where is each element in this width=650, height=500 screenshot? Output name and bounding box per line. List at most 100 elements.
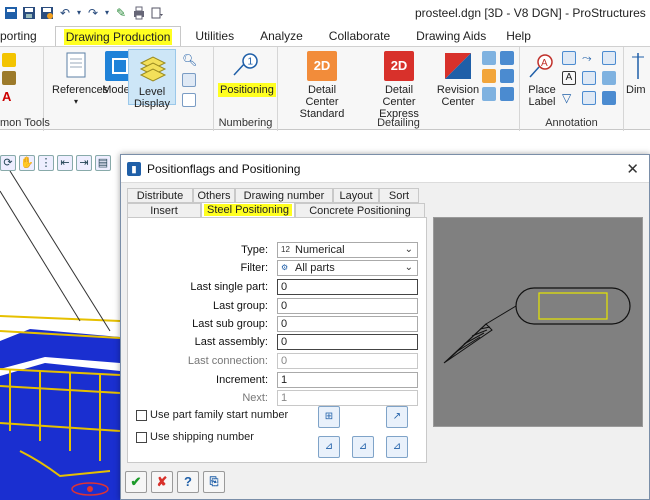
- position-assembly-icon[interactable]: ⊿: [386, 436, 408, 458]
- tab-label: Utilities: [195, 29, 235, 43]
- last-group-input[interactable]: 0: [277, 298, 418, 314]
- tab-analyze[interactable]: Analyze: [252, 26, 311, 46]
- dialog-app-icon: ▮: [127, 161, 141, 176]
- tab-others[interactable]: Others: [193, 188, 235, 203]
- use-part-family-start-number-checkbox[interactable]: Use part family start number: [136, 409, 288, 421]
- walk-view-icon[interactable]: ⋮: [38, 155, 54, 171]
- tab-steel-positioning[interactable]: Steel Positioning: [201, 202, 295, 218]
- place-label-button[interactable]: A Place Label: [524, 51, 560, 108]
- undo-dropdown-icon[interactable]: ▾: [76, 6, 82, 20]
- tab-label: Layout: [339, 190, 373, 202]
- dialog-button-bar: ✔ ✘ ? ⎘: [125, 471, 225, 493]
- layers-small-icon[interactable]: [182, 73, 196, 87]
- magnifier-icon[interactable]: 🔍︎: [182, 53, 197, 67]
- save-icon[interactable]: [22, 6, 36, 20]
- position-preview: [433, 217, 643, 427]
- annot-tool-5-icon[interactable]: [582, 71, 596, 85]
- detail-tool-6-icon[interactable]: [500, 87, 514, 101]
- customize-icon[interactable]: [150, 6, 164, 20]
- checkbox-box[interactable]: [136, 431, 147, 443]
- positioning-button[interactable]: 1 Positioning: [218, 51, 276, 97]
- app-icon[interactable]: [4, 6, 18, 20]
- use-shipping-number-checkbox[interactable]: Use shipping number: [136, 431, 254, 443]
- position-leader-icon[interactable]: ↗: [386, 406, 408, 428]
- ok-icon[interactable]: ✔: [125, 471, 147, 493]
- tab-label: Drawing Production: [63, 29, 173, 45]
- export-icon[interactable]: ⎘: [203, 471, 225, 493]
- pin-icon[interactable]: ✎: [114, 6, 128, 20]
- detail-tool-2-icon[interactable]: [500, 51, 514, 65]
- tab-layout[interactable]: Layout: [333, 188, 379, 203]
- tab-collaborate[interactable]: Collaborate: [321, 26, 398, 46]
- filter-select[interactable]: ⚙ All parts ⌄: [277, 260, 418, 276]
- tab-utilities[interactable]: Utilities: [187, 26, 242, 46]
- tab-help[interactable]: Help: [498, 26, 539, 46]
- tab-concrete-positioning[interactable]: Concrete Positioning: [295, 203, 425, 218]
- detail-tool-4-icon[interactable]: [500, 69, 514, 83]
- tab-insert[interactable]: Insert: [127, 203, 201, 218]
- position-all-icon[interactable]: ⊞: [318, 406, 340, 428]
- tab-label: Concrete Positioning: [309, 205, 411, 217]
- level-display-button[interactable]: Level Display: [128, 49, 176, 110]
- filter-parts-icon: ⚙: [281, 263, 289, 272]
- dimension-button[interactable]: Dim: [626, 51, 650, 96]
- checkbox-box[interactable]: [136, 409, 147, 421]
- tab-drawing-aids[interactable]: Drawing Aids: [408, 26, 494, 46]
- tab-drawing-number[interactable]: Drawing number: [235, 188, 333, 203]
- next-row: Next: 1: [128, 390, 424, 406]
- annot-tool-4-icon[interactable]: A: [562, 71, 576, 85]
- last-assembly-label: Last assembly:: [194, 336, 268, 348]
- print-icon[interactable]: [132, 6, 146, 20]
- tab-distribute[interactable]: Distribute: [127, 188, 193, 203]
- list-small-icon[interactable]: [182, 93, 196, 107]
- save-settings-icon[interactable]: [40, 6, 54, 20]
- annot-tool-6-icon[interactable]: [602, 71, 616, 85]
- svg-text:1: 1: [248, 57, 254, 68]
- tools-icon[interactable]: [2, 71, 16, 85]
- tab-label: Collaborate: [328, 29, 391, 43]
- detail-tool-3-icon[interactable]: [482, 69, 496, 83]
- annot-tool-8-icon[interactable]: [582, 91, 596, 105]
- help-icon[interactable]: ?: [177, 471, 199, 493]
- previous-view-icon[interactable]: ⇤: [57, 155, 73, 171]
- tab-drawing-production[interactable]: Drawing Production: [54, 26, 182, 46]
- position-parts-icon[interactable]: ⊿: [318, 436, 340, 458]
- detail-center-express-button[interactable]: 2D Detail Center Express: [362, 51, 436, 120]
- annot-tool-2-icon[interactable]: ⤳: [582, 51, 596, 65]
- detail-center-standard-button[interactable]: 2D Detail Center Standard: [282, 51, 362, 120]
- undo-icon[interactable]: ↶: [58, 6, 72, 20]
- type-label: Type:: [241, 244, 268, 256]
- ribbon: A mon Tools References ▾ Models Level Di…: [0, 46, 650, 131]
- increment-input[interactable]: 1: [277, 372, 418, 388]
- pan-view-icon[interactable]: ✋: [19, 155, 35, 171]
- annot-tool-1-icon[interactable]: [562, 51, 576, 65]
- annot-tool-3-icon[interactable]: [602, 51, 616, 65]
- type-select[interactable]: 12 Numerical ⌄: [277, 242, 418, 258]
- next-input: 1: [277, 390, 418, 406]
- last-sub-group-input[interactable]: 0: [277, 316, 418, 332]
- annot-tool-7-icon[interactable]: ▽: [562, 91, 576, 105]
- rotate-view-icon[interactable]: ⟳: [0, 155, 16, 171]
- tab-sort[interactable]: Sort: [379, 188, 419, 203]
- last-assembly-input[interactable]: 0: [277, 334, 418, 350]
- group-label: mon Tools: [0, 117, 50, 129]
- revision-center-button[interactable]: Revision Center: [436, 51, 480, 108]
- close-icon[interactable]: ✕: [626, 160, 639, 178]
- last-single-part-input[interactable]: 0: [277, 279, 418, 295]
- tab-reporting[interactable]: porting: [0, 26, 45, 46]
- text-icon[interactable]: A: [2, 89, 16, 104]
- redo-dropdown-icon[interactable]: ▾: [104, 6, 110, 20]
- tab-label: Steel Positioning: [204, 204, 292, 216]
- redo-icon[interactable]: ↷: [86, 6, 100, 20]
- annot-tool-9-icon[interactable]: [602, 91, 616, 105]
- detail-tool-1-icon[interactable]: [482, 51, 496, 65]
- view-settings-icon[interactable]: ▤: [95, 155, 111, 171]
- next-view-icon[interactable]: ⇥: [76, 155, 92, 171]
- detail-tool-5-icon[interactable]: [482, 87, 496, 101]
- dropdown-arrow-icon: ▾: [73, 97, 78, 106]
- bulb-icon[interactable]: [2, 53, 16, 67]
- last-group-label: Last group:: [212, 300, 268, 312]
- position-group-icon[interactable]: ⊿: [352, 436, 374, 458]
- references-button[interactable]: References ▾: [52, 51, 108, 108]
- cancel-icon[interactable]: ✘: [151, 471, 173, 493]
